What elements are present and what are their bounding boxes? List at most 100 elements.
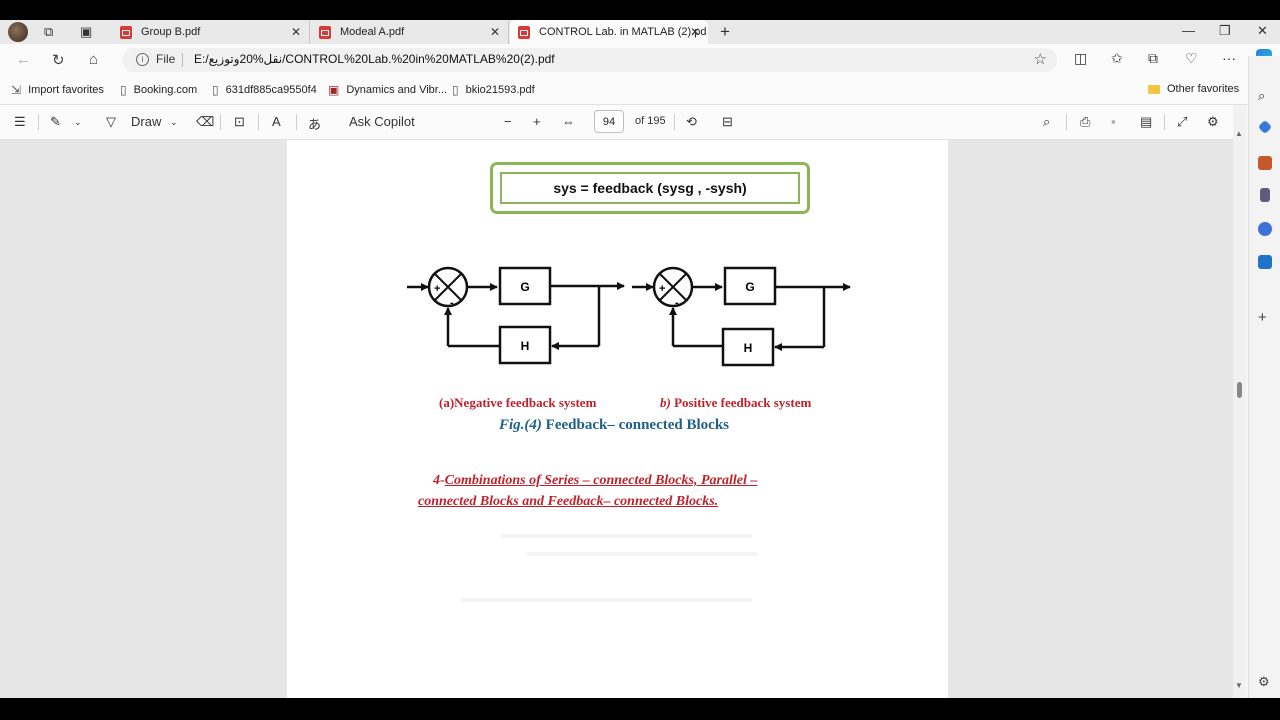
toolbar-divider xyxy=(1164,114,1165,130)
negative-feedback-diagram: + - G H xyxy=(407,266,625,365)
minimize-icon[interactable]: — xyxy=(1182,23,1195,38)
split-screen-icon[interactable]: ◫ xyxy=(1074,50,1087,67)
draw-icon[interactable]: ▽ xyxy=(106,114,116,130)
home-icon[interactable]: ⌂ xyxy=(89,51,98,68)
read-aloud-icon[interactable]: A xyxy=(272,114,281,129)
translate-icon[interactable]: あ xyxy=(308,114,321,133)
info-icon[interactable]: i xyxy=(136,53,149,66)
draw-label[interactable]: Draw xyxy=(131,114,161,129)
caption-positive-feedback: b) Positive feedback system xyxy=(660,395,811,411)
pdf-icon xyxy=(518,25,530,39)
favorite-dynamics[interactable]: ▣ Dynamics and Vibr... xyxy=(328,83,447,97)
fit-width-icon[interactable]: ⇔ xyxy=(562,114,575,129)
scroll-up-icon[interactable]: ▲ xyxy=(1235,129,1243,138)
contents-icon[interactable]: ☰ xyxy=(14,114,26,130)
rotate-icon[interactable]: ⟲ xyxy=(686,114,697,130)
chevron-down-icon[interactable]: ⌄ xyxy=(170,117,178,128)
eraser-icon[interactable]: ⌫ xyxy=(196,114,214,130)
toolbar-divider xyxy=(220,114,221,130)
search-icon[interactable]: ⌕ xyxy=(1258,88,1272,103)
other-favorites[interactable]: Other favorites xyxy=(1148,83,1239,95)
plus-sign: + xyxy=(434,283,440,295)
back-icon[interactable]: ← xyxy=(16,51,31,68)
close-tab-icon[interactable]: ✕ xyxy=(490,25,500,39)
profile-avatar[interactable] xyxy=(8,22,28,42)
highlight-icon[interactable]: ✎ xyxy=(50,114,61,130)
address-bar[interactable]: i File E:/نقل%20وتوزيع/CONTROL%20Lab.%20… xyxy=(122,48,1057,72)
faint-text-line xyxy=(462,598,752,602)
page-icon: ▯ xyxy=(120,83,127,97)
positive-feedback-diagram: + - G H xyxy=(632,266,851,367)
tools-briefcase-icon[interactable] xyxy=(1258,156,1272,170)
tab-modeal-a[interactable]: Modeal A.pdf ✕ xyxy=(311,20,509,44)
import-icon: ⇲ xyxy=(11,83,22,97)
pdf-viewer[interactable]: sys = feedback (sysg , -sysh) + - G H + … xyxy=(0,140,1246,698)
caption-b-text: Positive feedback system xyxy=(670,395,812,410)
favorite-import[interactable]: ⇲ Import favorites xyxy=(11,83,104,97)
favorite-star-icon[interactable]: ☆ xyxy=(1034,50,1047,68)
favorite-label: bkio21593.pdf xyxy=(465,84,535,96)
g-block-label: G xyxy=(520,280,529,294)
pdf-page: sys = feedback (sysg , -sysh) + - G H + … xyxy=(287,140,948,698)
favorites-bar: ⇲ Import favorites ▯ Booking.com ▯ 631df… xyxy=(0,76,1280,105)
new-tab-icon[interactable]: + xyxy=(720,22,730,42)
feedback-block-diagrams: + - G H + - G H xyxy=(407,266,851,367)
workspaces-icon[interactable]: ⧉ xyxy=(44,24,53,40)
url-text[interactable]: E:/نقل%20وتوزيع/CONTROL%20Lab.%20in%20MA… xyxy=(194,52,555,66)
outlook-icon[interactable] xyxy=(1258,255,1272,269)
faint-text-line xyxy=(502,534,752,538)
favorites-icon[interactable]: ✩ xyxy=(1111,50,1123,67)
favorite-label: 631df885ca9550f4 xyxy=(225,84,317,96)
close-tab-icon[interactable]: ✕ xyxy=(291,25,301,39)
search-icon[interactable]: ⌕ xyxy=(1043,114,1050,130)
plus-sign: + xyxy=(659,283,665,295)
file-scheme-label: File xyxy=(156,52,176,66)
zoom-out-icon[interactable]: − xyxy=(504,114,512,129)
print-icon[interactable]: ⎙ xyxy=(1080,114,1090,130)
folder-icon xyxy=(1148,84,1160,94)
page-icon: ▯ xyxy=(212,83,219,97)
minus-sign: - xyxy=(450,297,454,309)
favorite-631df[interactable]: ▯ 631df885ca9550f4 xyxy=(212,83,317,97)
shopping-tag-icon[interactable] xyxy=(1257,119,1273,135)
address-row: ← ↻ ⌂ i File E:/نقل%20وتوزيع/CONTROL%20L… xyxy=(0,44,1280,76)
toolbar-divider xyxy=(296,114,297,130)
chevron-down-icon[interactable]: ⌄ xyxy=(74,117,82,128)
save-icon[interactable]: ▪ xyxy=(1111,114,1116,129)
site-icon: ▣ xyxy=(328,83,340,97)
h-block-label: H xyxy=(521,339,530,353)
favorite-bkio[interactable]: ▯ bkio21593.pdf xyxy=(452,83,535,97)
collections-icon[interactable]: ⧉ xyxy=(1148,50,1158,67)
browser-essentials-icon[interactable]: ♡ xyxy=(1185,50,1198,67)
sidebar-settings-gear-icon[interactable]: ⚙ xyxy=(1258,674,1272,689)
restore-icon[interactable]: ❐ xyxy=(1219,23,1231,39)
page-number-input[interactable]: 94 xyxy=(594,110,624,133)
more-options-icon[interactable]: ··· xyxy=(1222,50,1236,66)
zoom-in-icon[interactable]: + xyxy=(533,114,541,129)
tab-group-b[interactable]: Group B.pdf ✕ xyxy=(112,20,310,44)
other-favorites-label: Other favorites xyxy=(1167,83,1240,95)
refresh-icon[interactable]: ↻ xyxy=(52,51,65,69)
browser-window: ⧉ ▣ Group B.pdf ✕ Modeal A.pdf ✕ CONTROL… xyxy=(0,20,1280,698)
microsoft-365-icon[interactable] xyxy=(1258,222,1272,236)
save-as-icon[interactable]: ▤ xyxy=(1140,114,1152,130)
games-icon[interactable] xyxy=(1260,188,1270,202)
tab-control-lab[interactable]: CONTROL Lab. in MATLAB (2).pd ✕ xyxy=(510,20,708,44)
scroll-thumb[interactable] xyxy=(1237,382,1242,398)
text-box-icon[interactable]: ⊡ xyxy=(234,114,245,130)
page-view-icon[interactable]: ⊟ xyxy=(722,114,733,130)
page-total: of 195 xyxy=(635,115,666,127)
ask-copilot-button[interactable]: Ask Copilot xyxy=(349,114,415,129)
scroll-down-icon[interactable]: ▼ xyxy=(1235,681,1243,690)
g-block-label: G xyxy=(745,280,754,294)
vertical-scrollbar[interactable]: ▲ ▼ xyxy=(1233,105,1246,698)
fullscreen-icon[interactable]: ⤢ xyxy=(1177,114,1187,130)
tab-actions-icon[interactable]: ▣ xyxy=(80,24,92,40)
close-window-icon[interactable]: ✕ xyxy=(1257,23,1268,39)
close-tab-icon[interactable]: ✕ xyxy=(690,25,700,39)
settings-gear-icon[interactable]: ⚙ xyxy=(1207,114,1219,130)
favorite-booking[interactable]: ▯ Booking.com xyxy=(120,83,197,97)
code-text: sys = feedback (sysg , -sysh) xyxy=(553,180,747,196)
favorite-label: Dynamics and Vibr... xyxy=(346,84,448,96)
add-sidebar-app-icon[interactable]: + xyxy=(1258,309,1272,326)
